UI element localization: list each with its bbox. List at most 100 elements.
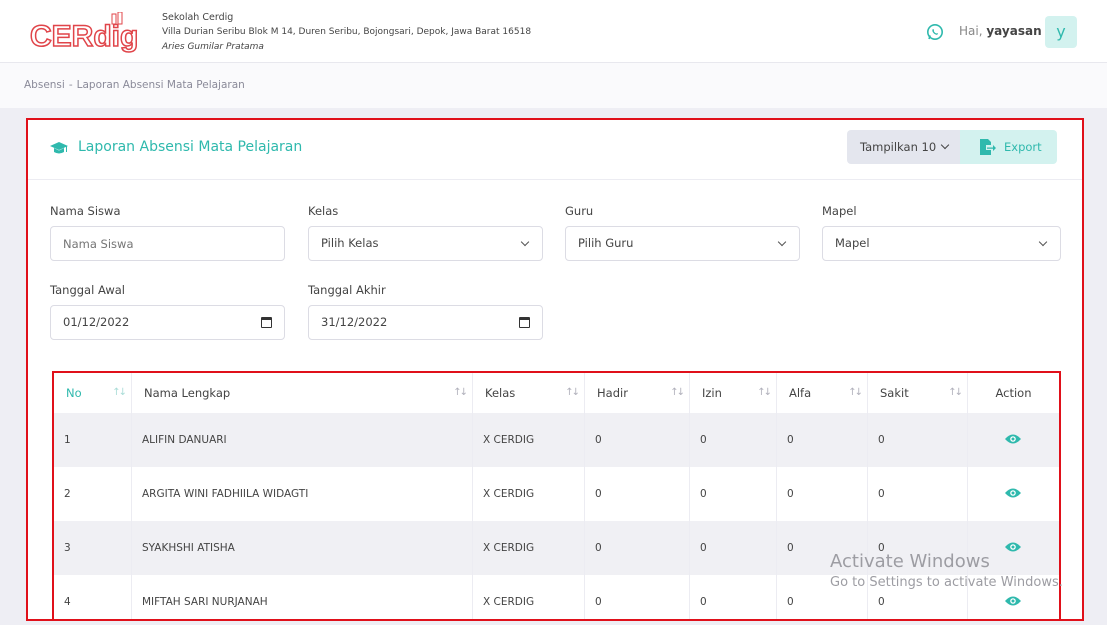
cell-izin: 0 xyxy=(690,575,777,619)
cell-no: 1 xyxy=(54,413,132,467)
cell-no: 4 xyxy=(54,575,132,619)
guru-select[interactable]: Pilih Guru xyxy=(565,226,800,261)
sort-icon: ↑↓ xyxy=(757,387,772,398)
whatsapp-icon[interactable] xyxy=(926,23,944,41)
column-header-nama[interactable]: Nama Lengkap ↑↓ xyxy=(132,373,473,413)
sort-icon: ↑↓ xyxy=(848,387,863,398)
tanggal-akhir-value: 31/12/2022 xyxy=(321,315,388,329)
breadcrumb-item-absensi[interactable]: Absensi xyxy=(24,79,65,91)
column-label: Kelas xyxy=(485,386,516,400)
watermark-subtitle: Go to Settings to activate Windows. xyxy=(830,575,1063,590)
column-label: Hadir xyxy=(597,386,628,400)
export-label: Export xyxy=(1004,140,1042,154)
chevron-down-icon xyxy=(520,237,530,247)
guru-value: Pilih Guru xyxy=(578,236,634,250)
graduation-cap-icon xyxy=(50,142,68,154)
column-label: Nama Lengkap xyxy=(144,386,231,400)
column-label: Sakit xyxy=(880,386,909,400)
chevron-down-icon xyxy=(1038,237,1048,247)
cell-kelas: X CERDIG xyxy=(473,467,585,521)
tanggal-akhir-input[interactable]: 31/12/2022 xyxy=(308,305,543,340)
column-header-action: Action xyxy=(968,373,1059,413)
cell-alfa: 0 xyxy=(777,413,868,467)
show-entries-label: Tampilkan 10 xyxy=(860,140,937,154)
cell-sakit: 0 xyxy=(868,413,968,467)
windows-activation-watermark: Activate Windows Go to Settings to activ… xyxy=(830,551,1063,590)
school-name: Sekolah Cerdig xyxy=(162,12,234,23)
column-header-hadir[interactable]: Hadir ↑↓ xyxy=(585,373,690,413)
report-card: Laporan Absensi Mata Pelajaran Tampilkan… xyxy=(26,118,1084,621)
card-header: Laporan Absensi Mata Pelajaran Tampilkan… xyxy=(28,120,1082,180)
column-header-izin[interactable]: Izin ↑↓ xyxy=(690,373,777,413)
show-entries-dropdown[interactable]: Tampilkan 10 xyxy=(847,130,962,164)
kelas-select[interactable]: Pilih Kelas xyxy=(308,226,543,261)
cell-hadir: 0 xyxy=(585,521,690,575)
cell-kelas: X CERDIG xyxy=(473,575,585,619)
eye-icon[interactable] xyxy=(1005,595,1021,607)
cell-hadir: 0 xyxy=(585,575,690,619)
avatar[interactable]: y xyxy=(1045,16,1077,48)
calendar-icon[interactable] xyxy=(261,317,272,328)
tanggal-awal-input[interactable]: 01/12/2022 xyxy=(50,305,285,340)
eye-icon[interactable] xyxy=(1005,433,1021,445)
greeting: Hai, yayasan xyxy=(959,24,1042,38)
calendar-icon[interactable] xyxy=(519,317,530,328)
guru-label: Guru xyxy=(565,204,594,218)
nama-siswa-label: Nama Siswa xyxy=(50,204,121,218)
mapel-value: Mapel xyxy=(835,236,870,250)
column-label: Alfa xyxy=(789,386,812,400)
cell-alfa: 0 xyxy=(777,467,868,521)
export-icon xyxy=(980,139,996,155)
cerdig-logo[interactable]: CERdig xyxy=(30,12,150,54)
column-header-alfa[interactable]: Alfa ↑↓ xyxy=(777,373,868,413)
kelas-label: Kelas xyxy=(308,204,339,218)
column-header-sakit[interactable]: Sakit ↑↓ xyxy=(868,373,968,413)
export-button[interactable]: Export xyxy=(960,130,1057,164)
top-bar: CERdig Sekolah Cerdig Villa Durian Serib… xyxy=(0,0,1107,63)
greeting-user: yayasan xyxy=(986,24,1042,38)
sort-icon: ↑↓ xyxy=(948,387,963,398)
tanggal-akhir-label: Tanggal Akhir xyxy=(308,283,386,297)
logo-text: CERdig xyxy=(30,20,138,53)
cell-izin: 0 xyxy=(690,413,777,467)
cell-no: 2 xyxy=(54,467,132,521)
kelas-value: Pilih Kelas xyxy=(321,236,379,250)
cell-izin: 0 xyxy=(690,521,777,575)
column-label: Izin xyxy=(702,386,722,400)
cell-hadir: 0 xyxy=(585,413,690,467)
mapel-select[interactable]: Mapel xyxy=(822,226,1061,261)
breadcrumb-bar: Absensi - Laporan Absensi Mata Pelajaran xyxy=(0,63,1107,108)
nama-siswa-input[interactable] xyxy=(50,226,285,261)
column-label: No xyxy=(66,386,82,400)
mapel-label: Mapel xyxy=(822,204,857,218)
sort-icon: ↑↓ xyxy=(453,387,468,398)
column-header-kelas[interactable]: Kelas ↑↓ xyxy=(473,373,585,413)
table-row: 2 ARGITA WINI FADHIILA WIDAGTI X CERDIG 0 0 0… xyxy=(54,467,1059,521)
cell-no: 3 xyxy=(54,521,132,575)
breadcrumb-item-current: Laporan Absensi Mata Pelajaran xyxy=(76,79,245,91)
cell-hadir: 0 xyxy=(585,467,690,521)
breadcrumb-separator: - xyxy=(68,79,73,91)
sort-icon: ↑↓ xyxy=(670,387,685,398)
column-label: Action xyxy=(995,386,1032,400)
school-person: Aries Gumilar Pratama xyxy=(162,42,264,52)
eye-icon[interactable] xyxy=(1005,487,1021,499)
cell-izin: 0 xyxy=(690,467,777,521)
sort-icon: ↑↓ xyxy=(565,387,580,398)
page-title: Laporan Absensi Mata Pelajaran xyxy=(78,139,303,155)
school-info: Sekolah Cerdig Villa Durian Seribu Blok … xyxy=(162,10,531,55)
cell-nama: MIFTAH SARI NURJANAH xyxy=(132,575,473,619)
watermark-title: Activate Windows xyxy=(830,551,990,572)
column-header-no[interactable]: No ↑↓ xyxy=(54,373,132,413)
cell-nama: ARGITA WINI FADHIILA WIDAGTI xyxy=(132,467,473,521)
tanggal-awal-value: 01/12/2022 xyxy=(63,315,130,329)
cell-kelas: X CERDIG xyxy=(473,521,585,575)
greeting-prefix: Hai, xyxy=(959,24,983,38)
chevron-down-icon xyxy=(940,140,950,150)
sort-icon: ↑↓ xyxy=(112,387,127,398)
tanggal-awal-label: Tanggal Awal xyxy=(50,283,126,297)
chevron-down-icon xyxy=(777,237,787,247)
table-row: 1 ALIFIN DANUARI X CERDIG 0 0 0 0 xyxy=(54,413,1059,467)
cell-kelas: X CERDIG xyxy=(473,413,585,467)
cell-nama: ALIFIN DANUARI xyxy=(132,413,473,467)
